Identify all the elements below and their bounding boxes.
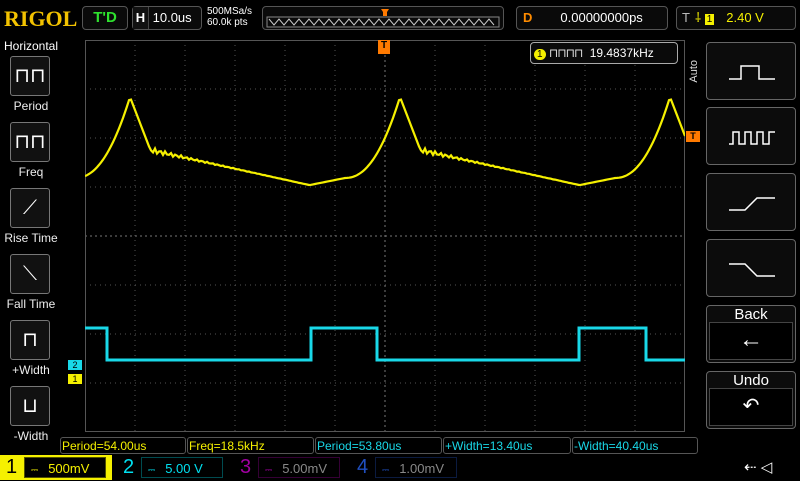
memory-overview[interactable] [262,6,504,30]
ch1-offset-marker[interactable]: 1 [68,374,82,384]
memory-waveform [266,9,500,28]
timebase: 10.0us [152,10,192,25]
channel-scale: 500mV [48,461,90,476]
back-button[interactable]: Back ← [706,305,796,363]
timebase-box[interactable]: H 10.0us [132,6,202,30]
rise-time-icon[interactable]: ⟋ [10,188,50,228]
ch2-offset-marker[interactable]: 2 [68,360,82,370]
channel-scale: 1.00mV [399,461,444,476]
acquisition-info: 500MSa/s 60.0k pts [207,6,252,28]
measurement-2[interactable]: Period=53.80us [315,437,442,454]
measurement-4[interactable]: -Width=40.40us [572,437,698,454]
fall-time-icon[interactable]: ⟍ [10,254,50,294]
menu-title: Horizontal [3,39,59,53]
trigger-level: 2.40 V [726,10,764,25]
back-arrow-icon: ← [709,322,793,360]
trigger-position-icon [381,9,389,16]
trigger-level-marker[interactable]: T [686,131,700,142]
dc-coupling-icon: ⎓ [148,465,156,475]
dc-coupling-icon: ⎓ [265,465,273,475]
run-state[interactable]: T'D [82,6,128,30]
rising-edge-icon: ⸸ [694,10,702,25]
rising-edge-icon [729,197,775,211]
pulse-train-button[interactable] [706,107,796,165]
trigger-position-marker[interactable]: T [378,40,390,54]
rising-edge-button[interactable] [706,173,796,231]
falling-edge-button[interactable] [706,239,796,297]
dc-coupling-icon: ⎓ [382,465,390,475]
measurement-1[interactable]: Freq=18.5kHz [187,437,314,454]
menu-item-0[interactable]: Period [0,99,62,113]
delay-label: D [523,10,533,25]
frequency-counter: 1 ⊓⊓⊓⊓ 19.4837kHz [530,42,678,64]
left-menu: Horizontal ⊓⊓ Period ⊓⊓ Freq ⟋ Rise Time ⟍ Fall… [0,36,62,443]
counter-channel: 1 [534,49,546,60]
single-pulse-icon [729,65,775,80]
usb-speaker-icon: ⇠ ◁ [744,459,773,476]
square-wave-icon: ⊓⊓⊓⊓ [548,46,583,60]
menu-item-5[interactable]: -Width [0,429,62,443]
undo-icon: ↶ [709,388,793,426]
rigol-logo: RIGOL [4,6,78,31]
channel-1-tab[interactable]: 1 ⎓ 500mV [0,455,112,480]
channel-3-tab[interactable]: 3 ⎓ 5.00mV [234,455,346,480]
channel-scale: 5.00 V [165,461,203,476]
counter-value: 19.4837kHz [589,46,654,60]
channel-scale: 5.00mV [282,461,327,476]
menu-item-2[interactable]: Rise Time [0,231,62,245]
undo-button[interactable]: Undo ↶ [706,371,796,429]
menu-item-1[interactable]: Freq [0,165,62,179]
channel-4-tab[interactable]: 4 ⎓ 1.00mV [351,455,463,480]
menu-item-3[interactable]: Fall Time [0,297,62,311]
trigger-box[interactable]: T ⸸ 1 2.40 V [676,6,796,30]
sample-rate: 500MSa/s [207,6,253,17]
measurement-0[interactable]: Period=54.00us [60,437,186,454]
ch1-waveform [85,98,685,187]
delay-value: 0.00000000ps [560,10,643,25]
channel-2-tab[interactable]: 2 ⎓ 5.00 V [117,455,229,480]
pulse-train-icon [729,131,775,145]
delay-box[interactable]: D 0.00000000ps [516,6,668,30]
single-pulse-button[interactable] [706,42,796,100]
channel-number: 2 [123,456,135,478]
frequency-icon[interactable]: ⊓⊓ [10,122,50,162]
memory-depth: 60.0k pts [207,17,248,28]
trigger-source: 1 [704,14,715,25]
period-icon[interactable]: ⊓⊓ [10,56,50,96]
negative-width-icon[interactable]: ⊔ [10,386,50,426]
channel-number: 4 [357,456,369,478]
channel-number: 3 [240,456,252,478]
dc-coupling-icon: ⎓ [31,465,39,475]
channel-number: 1 [6,456,18,478]
h-label: H [133,7,149,29]
trigger-label: T [682,10,690,25]
positive-width-icon[interactable]: ⊓ [10,320,50,360]
mode-label: Auto [688,60,700,83]
menu-item-4[interactable]: +Width [0,363,62,377]
falling-edge-icon [729,263,775,277]
measurement-3[interactable]: +Width=13.40us [443,437,571,454]
waveform-display[interactable] [85,40,685,432]
